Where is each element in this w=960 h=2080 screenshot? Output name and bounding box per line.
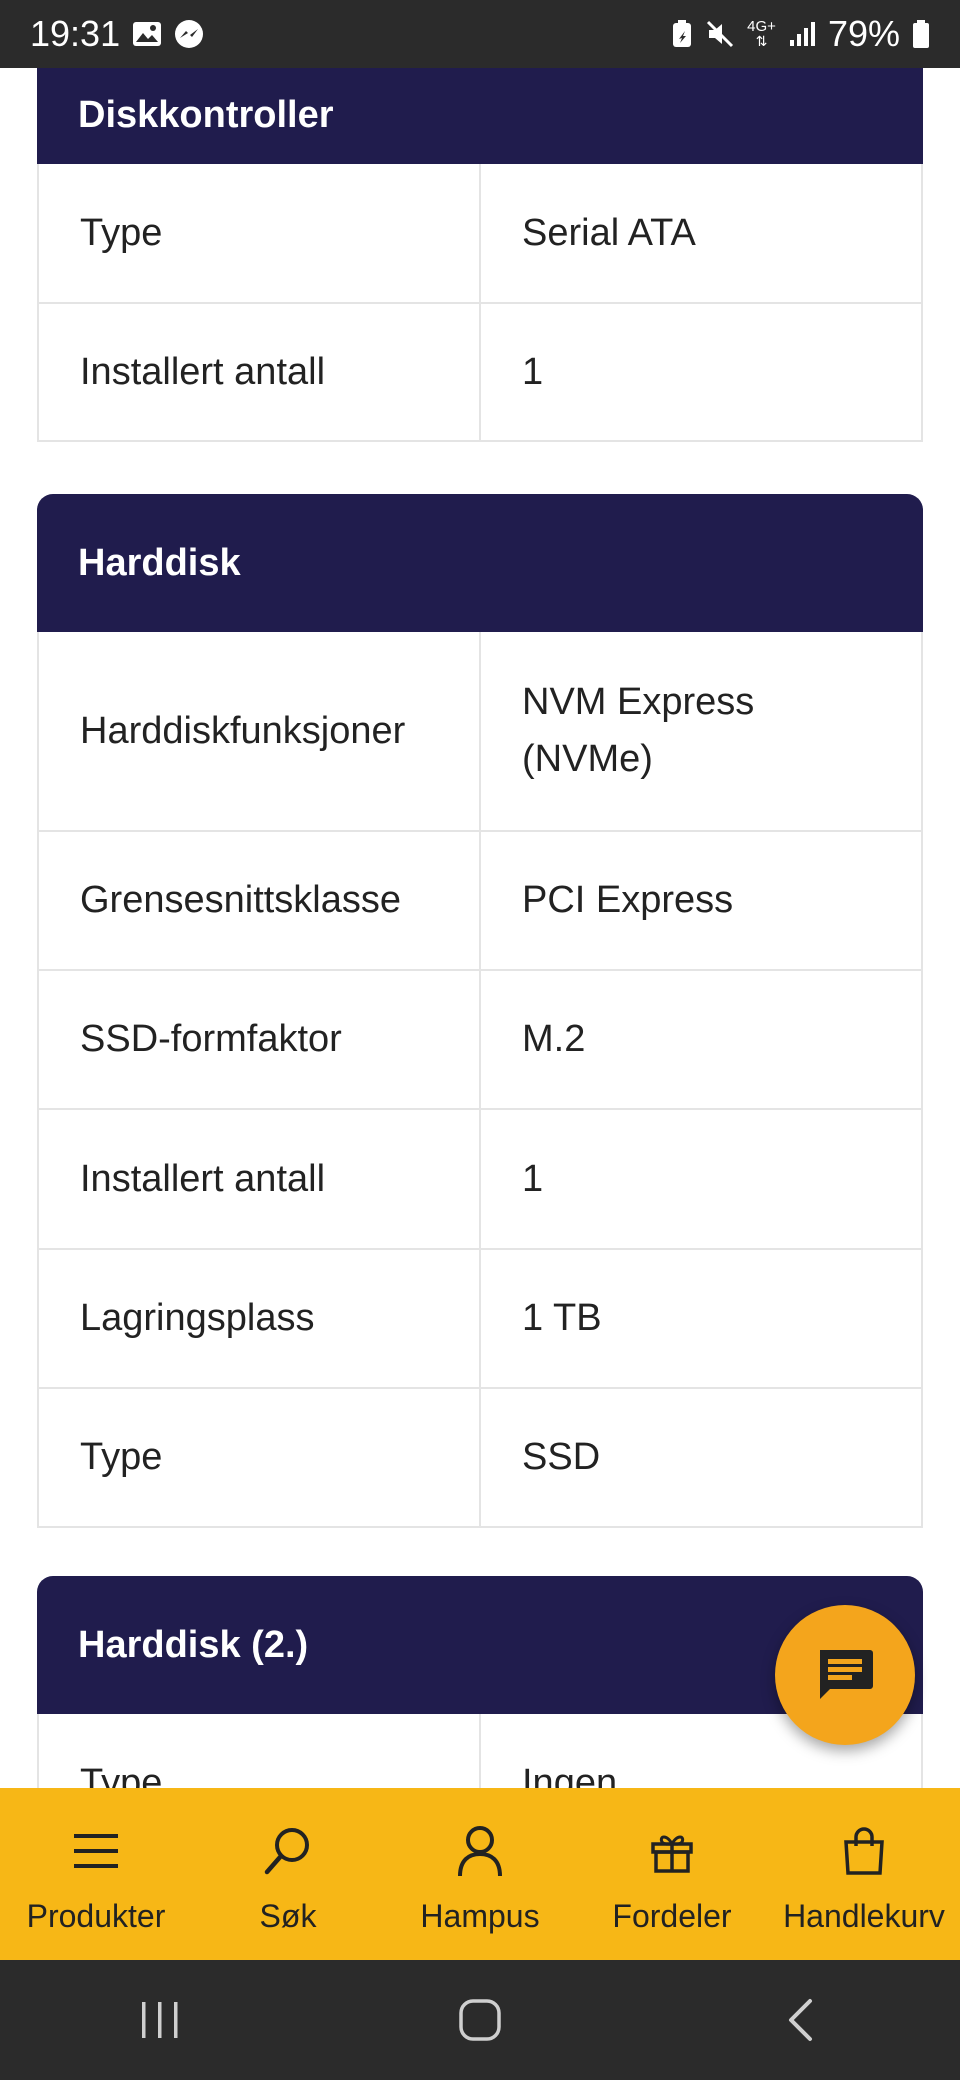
recent-apps-icon [142,2002,178,2038]
nav-label: Hampus [420,1898,540,1934]
nav-item-handlekurv[interactable]: Handlekurv [768,1788,960,1960]
nav-item-produkter[interactable]: Produkter [0,1788,192,1960]
nav-item-hampus[interactable]: Hampus [384,1788,576,1960]
battery-icon [912,19,930,49]
row-value: PCI Express [522,879,734,921]
table-row: Lagringsplass 1 TB [39,1248,921,1387]
table-row: Installert antall 1 [39,1108,921,1248]
row-value: M.2 [522,1018,586,1060]
search-icon [262,1822,314,1880]
row-label: Type [39,164,481,302]
system-nav [0,1960,960,2080]
row-label: Harddiskfunksjoner [39,632,481,830]
table-row: Harddiskfunksjoner NVM Express (NVMe) [39,632,921,830]
row-label: Type [39,1714,481,1788]
row-value: NVM Express (NVMe) [522,681,755,780]
row-label: Installert antall [39,304,481,440]
back-button[interactable] [740,1970,860,2070]
back-icon [789,1999,812,2041]
row-label: Grensesnittsklasse [39,832,481,969]
row-value: Serial ATA [522,211,696,254]
spec-content[interactable]: Diskkontroller Type Serial ATA Installer… [0,68,960,1788]
mute-icon [705,19,735,49]
signal-icon [788,20,816,48]
table-row: Type SSD [39,1387,921,1526]
table-row: Type Ingen [39,1714,921,1788]
nav-item-fordeler[interactable]: Fordeler [576,1788,768,1960]
spec-table: Type Ingen [37,1714,923,1788]
nav-label: Handlekurv [783,1898,945,1934]
bottom-nav: Produkter Søk Hampus Fordeler Handlekurv [0,1788,960,1960]
status-time: 19:31 [30,13,121,54]
gallery-icon [132,21,162,47]
gift-icon [649,1822,695,1880]
row-value: SSD [522,1436,601,1478]
home-button[interactable] [420,1970,540,2070]
section-harddisk: Harddisk Harddiskfunksjoner NVM Express … [37,494,923,1528]
row-label: Lagringsplass [39,1250,481,1387]
chat-icon [820,1650,873,1699]
row-label: Installert antall [39,1110,481,1248]
section-title: Harddisk [37,494,923,632]
chat-button[interactable] [775,1605,915,1745]
section-title: Diskkontroller [37,68,923,164]
row-value: 1 [522,1157,544,1200]
bag-icon [842,1822,886,1880]
battery-percent: 79% [827,13,900,54]
nav-label: Fordeler [612,1898,732,1934]
nav-item-sok[interactable]: Søk [192,1788,384,1960]
messenger-icon [174,19,204,49]
user-icon [456,1822,504,1880]
battery-saver-icon [671,19,693,49]
spec-table: Type Serial ATA Installert antall 1 [37,164,923,442]
status-bar: 19:31 4G+ ⇅ 79% [0,0,960,68]
row-label: Type [39,1389,481,1526]
recent-apps-button[interactable] [100,1970,220,2070]
table-row: Grensesnittsklasse PCI Express [39,830,921,969]
nav-label: Søk [259,1898,317,1934]
nav-label: Produkter [26,1898,166,1934]
home-icon [459,1999,501,2041]
table-row: SSD-formfaktor M.2 [39,969,921,1108]
spec-table: Harddiskfunksjoner NVM Express (NVMe) Gr… [37,632,923,1528]
row-value: 1 TB [522,1297,602,1339]
table-row: Type Serial ATA [39,164,921,302]
menu-icon [72,1822,120,1880]
row-label: SSD-formfaktor [39,971,481,1108]
table-row: Installert antall 1 [39,302,921,440]
row-value: 1 [522,350,544,393]
network-icon: 4G+ ⇅ [747,18,776,49]
section-diskkontroller: Diskkontroller Type Serial ATA Installer… [37,68,923,442]
network-label: 4G+ [747,18,776,35]
